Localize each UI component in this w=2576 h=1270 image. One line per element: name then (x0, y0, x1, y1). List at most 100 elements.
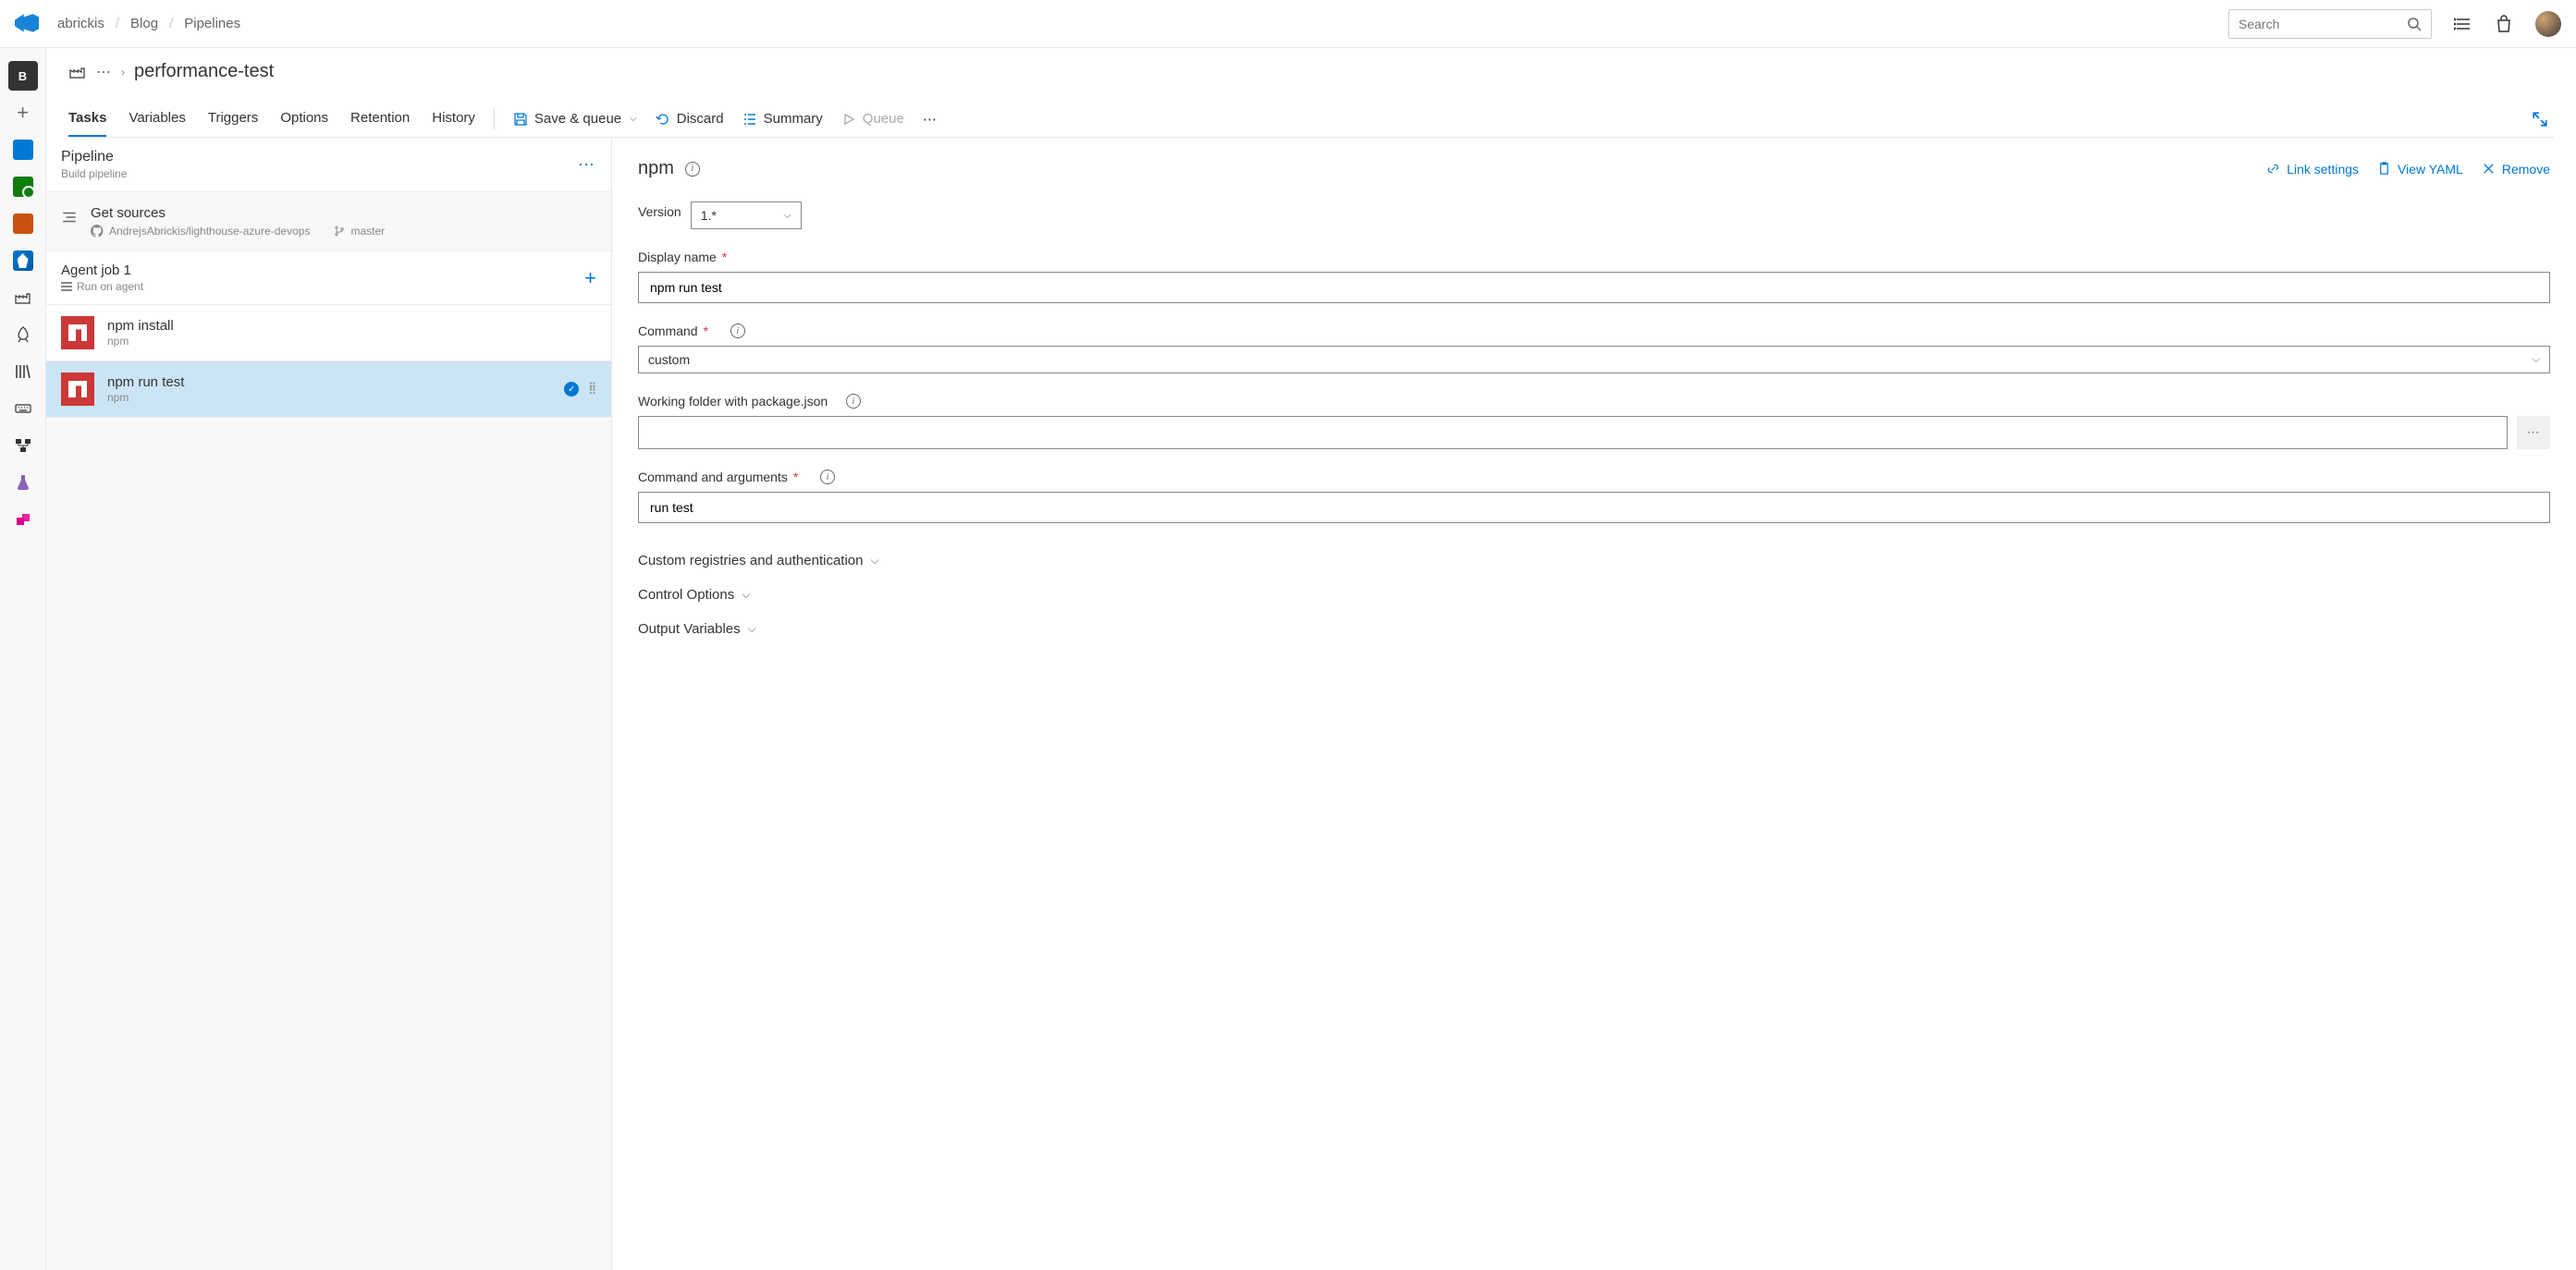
nav-artifacts[interactable] (8, 505, 38, 534)
form-header: npm i Link settings View YAML (638, 158, 2550, 179)
chevron-down-icon: ⌵ (742, 588, 750, 602)
info-icon[interactable]: i (820, 470, 835, 484)
shopping-bag-icon[interactable] (2495, 15, 2513, 33)
nav-pipelines[interactable] (8, 246, 38, 275)
list-icon[interactable] (2454, 15, 2472, 33)
project-avatar[interactable]: B (8, 61, 38, 91)
discard-button[interactable]: Discard (656, 111, 724, 127)
section-registries[interactable]: Custom registries and authentication ⌵ (638, 543, 2550, 578)
nav-deployment-groups[interactable] (8, 431, 38, 460)
sources-branch: master (350, 225, 385, 238)
nav-boards[interactable] (8, 172, 38, 201)
display-name-label: Display name (638, 250, 717, 264)
add-task-button[interactable]: + (584, 266, 596, 290)
nav-releases[interactable] (8, 320, 38, 349)
agent-icon (61, 282, 72, 291)
nav-repos[interactable] (8, 209, 38, 238)
breadcrumb-section[interactable]: Pipelines (184, 16, 240, 31)
job-title: Agent job 1 (61, 263, 143, 278)
info-icon[interactable]: i (730, 324, 745, 338)
agent-job-row[interactable]: Agent job 1 Run on agent + (46, 251, 611, 305)
nav-taskgroups[interactable] (8, 394, 38, 423)
task-npm-run-test[interactable]: npm run test npm ✓ ⠿⠿ (46, 361, 611, 418)
top-right-controls (2228, 9, 2561, 39)
summary-button[interactable]: Summary (742, 111, 823, 127)
info-icon[interactable]: i (685, 162, 700, 177)
link-icon (2266, 162, 2280, 176)
args-row: Command and arguments * i (638, 470, 2550, 523)
queue-button: Queue (841, 111, 904, 127)
tab-bar: Tasks Variables Triggers Options Retenti… (68, 101, 475, 137)
chevron-down-icon: ⌵ (783, 210, 791, 222)
remove-button[interactable]: Remove (2482, 162, 2550, 177)
breadcrumb-project[interactable]: Blog (130, 16, 158, 31)
nav-overview[interactable] (8, 135, 38, 165)
tab-history[interactable]: History (432, 101, 475, 137)
github-icon (91, 225, 104, 238)
info-icon[interactable]: i (846, 394, 861, 409)
nav-test-plans[interactable] (8, 468, 38, 497)
task-form-pane: npm i Link settings View YAML (612, 138, 2576, 1270)
tab-tasks[interactable]: Tasks (68, 101, 106, 137)
sources-icon (61, 209, 78, 226)
package-icon (14, 510, 32, 529)
azure-devops-logo-icon[interactable] (15, 12, 39, 36)
fullscreen-icon[interactable] (2532, 111, 2548, 128)
link-settings-button[interactable]: Link settings (2266, 162, 2359, 177)
factory-icon (14, 288, 32, 307)
breadcrumb-ellipsis[interactable]: ⋯ (96, 63, 112, 81)
check-icon: ✓ (564, 382, 579, 397)
chevron-down-icon: ⌵ (2533, 354, 2540, 366)
more-button[interactable]: ⋯ (923, 111, 938, 128)
drag-handle-icon[interactable]: ⠿⠿ (588, 385, 596, 393)
builds-icon[interactable] (68, 63, 87, 81)
sources-title: Get sources (91, 205, 596, 221)
nav-builds[interactable] (8, 283, 38, 312)
flask-icon (14, 473, 32, 492)
toolbar: Tasks Variables Triggers Options Retenti… (68, 101, 2554, 138)
tab-triggers[interactable]: Triggers (208, 101, 258, 137)
pipeline-subtitle: Build pipeline (61, 167, 127, 180)
npm-icon (61, 316, 94, 349)
args-label: Command and arguments (638, 470, 788, 484)
tasks-pane: Pipeline Build pipeline ⋯ Get sources An… (46, 138, 612, 1270)
section-output-variables[interactable]: Output Variables ⌵ (638, 612, 2550, 646)
display-name-row: Display name * (638, 250, 2550, 303)
pipeline-row[interactable]: Pipeline Build pipeline ⋯ (46, 138, 611, 192)
rocket-outline-icon (14, 325, 32, 344)
save-queue-button[interactable]: Save & queue ⌵ (513, 111, 637, 127)
tab-variables[interactable]: Variables (129, 101, 185, 137)
summary-icon (742, 112, 757, 127)
breadcrumb-separator: / (169, 16, 173, 31)
working-folder-input[interactable] (638, 416, 2508, 449)
save-icon (513, 112, 528, 127)
top-header: abrickis / Blog / Pipelines (0, 0, 2576, 48)
user-avatar[interactable] (2535, 11, 2561, 37)
args-input[interactable] (638, 492, 2550, 523)
search-box[interactable] (2228, 9, 2432, 39)
add-project-button[interactable]: + (8, 98, 38, 128)
section-control-options[interactable]: Control Options ⌵ (638, 578, 2550, 612)
nav-library[interactable] (8, 357, 38, 386)
command-select[interactable]: custom ⌵ (638, 346, 2550, 373)
task-type: npm (107, 335, 174, 348)
display-name-input[interactable] (638, 272, 2550, 303)
pipeline-more-icon[interactable]: ⋯ (578, 155, 596, 175)
play-icon (841, 112, 856, 127)
close-icon (2482, 162, 2496, 176)
job-subtitle: Run on agent (77, 280, 143, 293)
get-sources-row[interactable]: Get sources AndrejsAbrickis/lighthouse-a… (46, 192, 611, 251)
command-label: Command (638, 324, 698, 338)
pipeline-title: Pipeline (61, 149, 127, 165)
tab-retention[interactable]: Retention (350, 101, 410, 137)
search-icon (2407, 17, 2422, 31)
browse-button[interactable]: ⋯ (2517, 416, 2550, 449)
search-input[interactable] (2239, 17, 2407, 31)
page-title: performance-test (134, 61, 274, 82)
version-select[interactable]: 1.* ⌵ (691, 201, 802, 229)
view-yaml-button[interactable]: View YAML (2377, 162, 2463, 177)
tab-options[interactable]: Options (280, 101, 328, 137)
task-npm-install[interactable]: npm install npm (46, 305, 611, 361)
content-split: Pipeline Build pipeline ⋯ Get sources An… (46, 138, 2576, 1270)
breadcrumb-org[interactable]: abrickis (57, 16, 104, 31)
